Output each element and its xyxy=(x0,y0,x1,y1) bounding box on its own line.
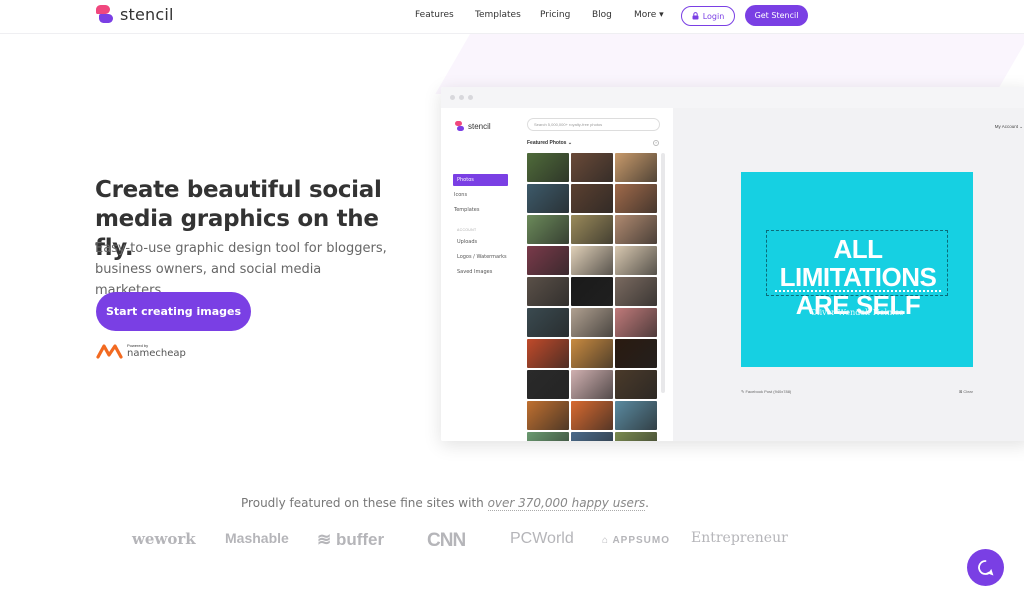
stencil-logo-icon xyxy=(455,121,464,131)
photo-thumbnail xyxy=(527,401,569,430)
photo-thumbnail xyxy=(527,308,569,337)
photo-thumbnail xyxy=(571,370,613,399)
clear-button: ⊠ Clear xyxy=(958,389,973,394)
photo-thumbnail xyxy=(571,401,613,430)
canvas-meta: ✎ Facebook Post (940x788) ⊠ Clear xyxy=(741,389,973,394)
photo-thumbnail xyxy=(615,308,657,337)
sidebar-item-templates: Templates xyxy=(454,207,480,213)
canvas-size-label: ✎ Facebook Post (940x788) xyxy=(741,389,792,394)
photo-scrollbar xyxy=(661,153,665,393)
photo-thumbnail xyxy=(571,215,613,244)
dotted-divider xyxy=(775,290,941,292)
appsumo-logo: ⌂ APPSUMO xyxy=(602,535,671,546)
stencil-logo-icon xyxy=(96,5,113,24)
photo-thumbnail xyxy=(571,184,613,213)
photo-thumbnail xyxy=(571,432,613,441)
photo-thumbnail xyxy=(615,277,657,306)
entrepreneur-logo: Entrepreneur xyxy=(691,530,788,546)
chat-button[interactable] xyxy=(967,549,1004,586)
canvas-area: My Account ⌄ ALL LIMITATIONS ARE SELF Ol… xyxy=(673,108,1024,441)
featured-text: Proudly featured on these fine sites wit… xyxy=(0,496,890,511)
photo-search-input: Search 5,000,000+ royalty-free photos xyxy=(527,118,660,131)
login-button[interactable]: Login xyxy=(681,6,735,26)
sidebar-item-saved-images: Saved Images xyxy=(457,269,493,275)
window-dot xyxy=(468,95,473,100)
featured-lead: Proudly featured on these fine sites wit… xyxy=(241,496,488,510)
photo-panel: Search 5,000,000+ royalty-free photos Fe… xyxy=(522,108,746,441)
mashable-logo: Mashable xyxy=(225,530,289,546)
featured-tail: . xyxy=(645,496,649,510)
featured-photos-label: Featured Photos ⌄ xyxy=(527,140,573,146)
photo-thumbnail xyxy=(527,215,569,244)
photo-thumbnail xyxy=(615,339,657,368)
photo-thumbnail xyxy=(571,308,613,337)
photo-grid xyxy=(527,153,657,441)
nav-link-pricing[interactable]: Pricing xyxy=(540,10,570,20)
quote-author: Oliver Wendell Holmes xyxy=(810,308,904,317)
powered-by-namecheap[interactable]: Powered by namecheap xyxy=(96,343,186,359)
my-account-menu: My Account ⌄ xyxy=(994,124,1023,129)
namecheap-label: namecheap xyxy=(127,348,186,359)
photo-thumbnail xyxy=(527,432,569,441)
help-icon: ? xyxy=(653,140,659,146)
sidebar-item-icons: Icons xyxy=(454,192,468,198)
window-titlebar xyxy=(441,87,1024,108)
namecheap-logo-icon xyxy=(96,344,123,359)
photo-thumbnail xyxy=(527,370,569,399)
chat-bubble-icon xyxy=(978,560,994,576)
photo-thumbnail xyxy=(527,277,569,306)
sidebar-section-account: ACCOUNT xyxy=(457,228,477,232)
get-stencil-button[interactable]: Get Stencil xyxy=(745,5,808,26)
stencil-logo[interactable]: stencil xyxy=(96,5,174,24)
app-sidebar: stencil Photos Icons Templates ACCOUNT U… xyxy=(441,108,522,441)
photo-thumbnail xyxy=(615,370,657,399)
nav-link-blog[interactable]: Blog xyxy=(592,10,612,20)
app-logo: stencil xyxy=(455,121,491,131)
lock-icon xyxy=(692,12,699,20)
buffer-logo: ≋ buffer xyxy=(317,530,385,549)
sidebar-item-uploads: Uploads xyxy=(457,239,478,245)
app-screenshot-mockup: stencil Photos Icons Templates ACCOUNT U… xyxy=(441,87,1024,441)
photo-thumbnail xyxy=(571,246,613,275)
landing-page: stencil Features Templates Pricing Blog … xyxy=(0,0,1024,599)
window-dot xyxy=(459,95,464,100)
photo-thumbnail xyxy=(615,153,657,182)
happy-users-highlight: over 370,000 happy users xyxy=(487,496,646,511)
window-dot xyxy=(450,95,455,100)
photo-thumbnail xyxy=(615,246,657,275)
quote-line-1: ALL LIMITATIONS xyxy=(779,234,937,292)
cnn-logo: CNN xyxy=(427,530,466,551)
photo-thumbnail xyxy=(527,153,569,182)
app-logo-text: stencil xyxy=(468,121,491,131)
nav-link-more[interactable]: More ▾ xyxy=(634,10,664,20)
photo-thumbnail xyxy=(571,339,613,368)
decorative-background-band xyxy=(435,34,1024,94)
photo-thumbnail xyxy=(527,246,569,275)
nav-link-templates[interactable]: Templates xyxy=(475,10,521,20)
start-creating-button[interactable]: Start creating images xyxy=(96,292,251,331)
pcworld-logo: PCWorld xyxy=(510,530,574,547)
sidebar-item-logos: Logos / Watermarks xyxy=(457,254,507,260)
sidebar-item-photos: Photos xyxy=(453,174,508,186)
wework-logo: wework xyxy=(132,530,196,548)
top-navigation: stencil Features Templates Pricing Blog … xyxy=(0,0,1024,34)
login-label: Login xyxy=(702,11,725,21)
photo-thumbnail xyxy=(615,432,657,441)
photo-thumbnail xyxy=(527,184,569,213)
photo-thumbnail xyxy=(571,153,613,182)
nav-link-features[interactable]: Features xyxy=(415,10,454,20)
photo-thumbnail xyxy=(571,277,613,306)
text-selection-box: ALL LIMITATIONS ARE SELF xyxy=(766,230,948,319)
logo-text: stencil xyxy=(120,5,174,24)
design-card: ALL LIMITATIONS ARE SELF Oliver Wendell … xyxy=(741,172,973,367)
photo-thumbnail xyxy=(615,215,657,244)
photo-thumbnail xyxy=(615,401,657,430)
quote-title: ALL LIMITATIONS ARE SELF xyxy=(767,231,949,319)
photo-thumbnail xyxy=(527,339,569,368)
photo-thumbnail xyxy=(615,184,657,213)
